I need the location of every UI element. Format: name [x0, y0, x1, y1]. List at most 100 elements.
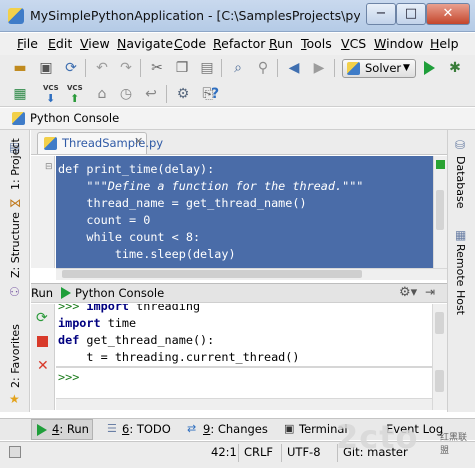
editor-tab-bar: ThreadSample.py ✕ — [31, 130, 447, 155]
minimize-button[interactable]: − — [366, 3, 396, 25]
revert-icon[interactable]: ↩ — [142, 85, 160, 103]
debug-icon[interactable]: ✱ — [446, 59, 464, 77]
back-icon[interactable]: ◀ — [285, 59, 303, 77]
terminal-icon: ▣ — [284, 422, 295, 435]
code-line: thread_name = get_thread_name() — [58, 196, 307, 210]
vcs-commit-icon[interactable]: VCS ⬆ — [67, 84, 85, 105]
vcs-update-icon[interactable]: VCS ⬇ — [43, 84, 61, 105]
run-panel-label: Run — [31, 286, 54, 300]
breadcrumb-label: Python Console — [30, 111, 120, 125]
close-console-icon[interactable]: ✕ — [37, 358, 49, 374]
coverage-icon[interactable]: ▦ — [11, 85, 29, 103]
chevron-down-icon: ▼ — [403, 63, 410, 73]
settings-wrench-icon[interactable]: ⚙ — [174, 85, 192, 103]
code-editor[interactable]: def print_time(delay): """Define a funct… — [56, 156, 433, 268]
menu-view[interactable]: View — [80, 36, 110, 51]
code-line: def print_time(delay): — [58, 162, 215, 176]
maximize-button[interactable]: □ — [396, 3, 426, 25]
python-file-icon — [44, 137, 57, 150]
paste-icon[interactable]: ▤ — [198, 59, 216, 77]
menu-refactor[interactable]: Refactor — [213, 36, 265, 51]
toolbar-separator — [166, 85, 167, 103]
console-line: import time — [58, 316, 137, 330]
watermark-subtitle: 红黑联盟 — [440, 433, 468, 456]
code-line: count = 0 — [58, 213, 151, 227]
database-icon: ⛁ — [455, 138, 466, 152]
stop-icon[interactable] — [37, 336, 48, 347]
menu-navigate[interactable]: Navigate — [117, 36, 173, 51]
close-tab-icon[interactable]: ✕ — [134, 135, 143, 148]
run-panel-header: Run Python Console ⚙▾ ⇥ — [31, 283, 447, 303]
tab-database[interactable]: Database — [454, 156, 467, 212]
menu-edit[interactable]: Edit — [48, 36, 72, 51]
cut-icon[interactable]: ✂ — [148, 59, 166, 77]
run-configuration-label: Solver — [365, 61, 402, 75]
console-input-prompt: >>> — [58, 370, 80, 384]
tab-favorites[interactable]: 2: Favorites — [9, 324, 22, 388]
watermark-logo: 2cto — [336, 418, 419, 456]
run-icon[interactable] — [424, 61, 435, 75]
tab-project[interactable]: 1: Project — [9, 138, 22, 190]
tab-changes[interactable]: 9: Changes — [203, 422, 268, 436]
inspection-ok-icon — [436, 160, 445, 169]
toolbar-separator — [277, 59, 278, 77]
menu-run[interactable]: Run — [269, 36, 293, 51]
redo-icon[interactable]: ↷ — [117, 59, 135, 77]
editor-horizontal-thumb[interactable] — [62, 270, 362, 278]
remote-host-icon: ▦ — [455, 228, 467, 242]
menu-code[interactable]: Code — [174, 36, 206, 51]
console-horizontal-scrollbar[interactable] — [56, 398, 432, 410]
run-icon — [61, 287, 71, 299]
menu-window[interactable]: Window — [374, 36, 423, 51]
line-separator-select[interactable]: CRLF — [244, 445, 273, 459]
code-line: """Define a function for the thread.""" — [58, 179, 364, 193]
editor-gutter: ⊟ — [31, 156, 55, 268]
menu-vcs[interactable]: VCS — [341, 36, 366, 51]
run-panel-toolbar: ⟳ ✕ — [31, 304, 55, 410]
toolbar-separator — [140, 59, 141, 77]
status-separator — [281, 444, 282, 462]
menu-tools[interactable]: Tools — [301, 36, 332, 51]
star-icon: ★ — [9, 392, 20, 406]
tab-remote-host[interactable]: Remote Host — [454, 244, 467, 315]
forward-icon[interactable]: ▶ — [310, 59, 328, 77]
menu-file[interactable]: File — [17, 36, 38, 51]
console-scroll-thumb[interactable] — [435, 312, 444, 334]
changes-icon: ⇄ — [187, 422, 197, 435]
history-icon[interactable]: ◷ — [117, 85, 135, 103]
console-input-scroll-thumb[interactable] — [435, 370, 444, 392]
tab-todo[interactable]: 6: TODO — [122, 422, 171, 436]
fold-icon[interactable]: ⊟ — [45, 162, 53, 172]
console-output[interactable]: >>> import threading import time def get… — [56, 304, 432, 366]
hide-panel-icon[interactable]: ⇥ — [425, 285, 435, 299]
replace-icon[interactable]: ⚲ — [254, 59, 272, 77]
hierarchy-icon: ⚇ — [9, 285, 20, 299]
rerun-icon[interactable]: ⟳ — [36, 310, 48, 326]
editor-tab[interactable]: ThreadSample.py ✕ — [37, 132, 163, 154]
structure-tool-icon: ⋈ — [9, 196, 21, 210]
help-icon[interactable]: ? — [206, 85, 224, 103]
tab-run[interactable]: 4: Run — [52, 422, 89, 436]
tool-windows-icon[interactable] — [9, 446, 21, 458]
tab-structure[interactable]: Z: Structure — [9, 212, 22, 278]
menu-help[interactable]: Help — [430, 36, 459, 51]
encoding-select[interactable]: UTF-8 — [287, 445, 321, 459]
todo-icon: ☰ — [107, 422, 117, 435]
python-console-icon — [12, 112, 25, 125]
code-line: time.sleep(delay) — [58, 247, 236, 261]
sync-icon[interactable]: ⟳ — [62, 59, 80, 77]
compare-icon[interactable]: ⌂ — [93, 85, 111, 103]
run-icon — [37, 424, 47, 436]
gear-icon[interactable]: ⚙▾ — [399, 285, 417, 300]
run-configuration-select[interactable]: Solver ▼ — [342, 59, 416, 78]
run-panel-title[interactable]: Python Console — [75, 286, 164, 300]
close-button[interactable]: ✕ — [426, 3, 470, 25]
editor-scroll-thumb[interactable] — [436, 190, 444, 230]
find-icon[interactable]: ⌕ — [229, 59, 247, 77]
copy-icon[interactable]: ❐ — [173, 59, 191, 77]
open-folder-icon[interactable]: ▬ — [11, 59, 29, 77]
undo-icon[interactable]: ↶ — [93, 59, 111, 77]
caret-position[interactable]: 42:1 — [211, 445, 237, 459]
toolbar-separator — [334, 59, 335, 77]
save-icon[interactable]: ▣ — [37, 59, 55, 77]
